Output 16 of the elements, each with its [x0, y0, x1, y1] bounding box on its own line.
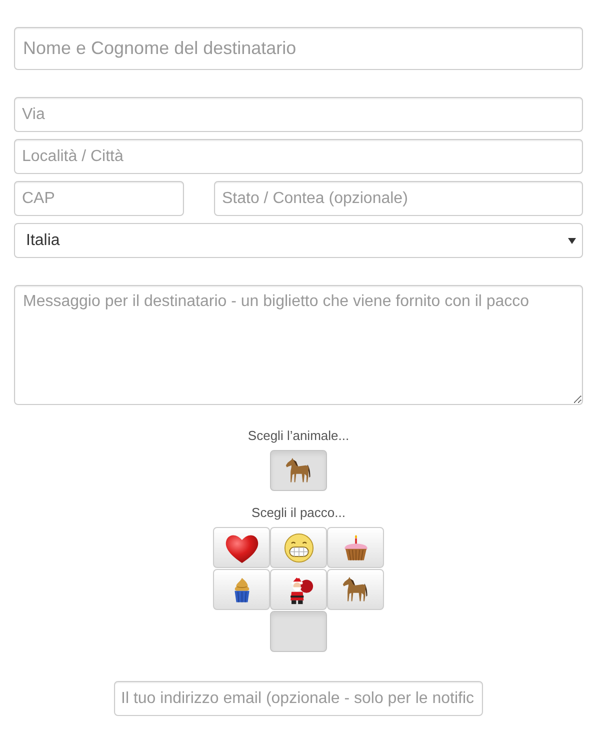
package-picker-label: Scegli il pacco...	[252, 504, 346, 522]
city-field[interactable]: Località / Città	[14, 139, 583, 174]
grinning-face-icon	[284, 532, 314, 562]
state-field[interactable]: Stato / Contea (opzionale)	[214, 181, 583, 216]
choice-button[interactable]	[213, 527, 270, 568]
cupcake-with-candle-icon	[342, 532, 370, 562]
email-field[interactable]: Il tuo indirizzo email (opzionale - solo per le notific	[114, 681, 483, 716]
caret-icon	[568, 238, 576, 244]
recipient-name-field[interactable]: Nome e Cognome del destinatario	[14, 27, 583, 70]
country-select[interactable]: Italia	[14, 223, 583, 258]
message-field[interactable]: Messaggio per il destinatario - un biglietto che viene fornito con il pacco	[14, 285, 583, 405]
choice-button[interactable]	[213, 569, 270, 610]
choice-button[interactable]	[270, 569, 327, 610]
postcode-field[interactable]: CAP	[14, 181, 184, 216]
street-field[interactable]: Via	[14, 97, 583, 132]
animal-picker-label: Scegli l’animale...	[248, 427, 350, 445]
